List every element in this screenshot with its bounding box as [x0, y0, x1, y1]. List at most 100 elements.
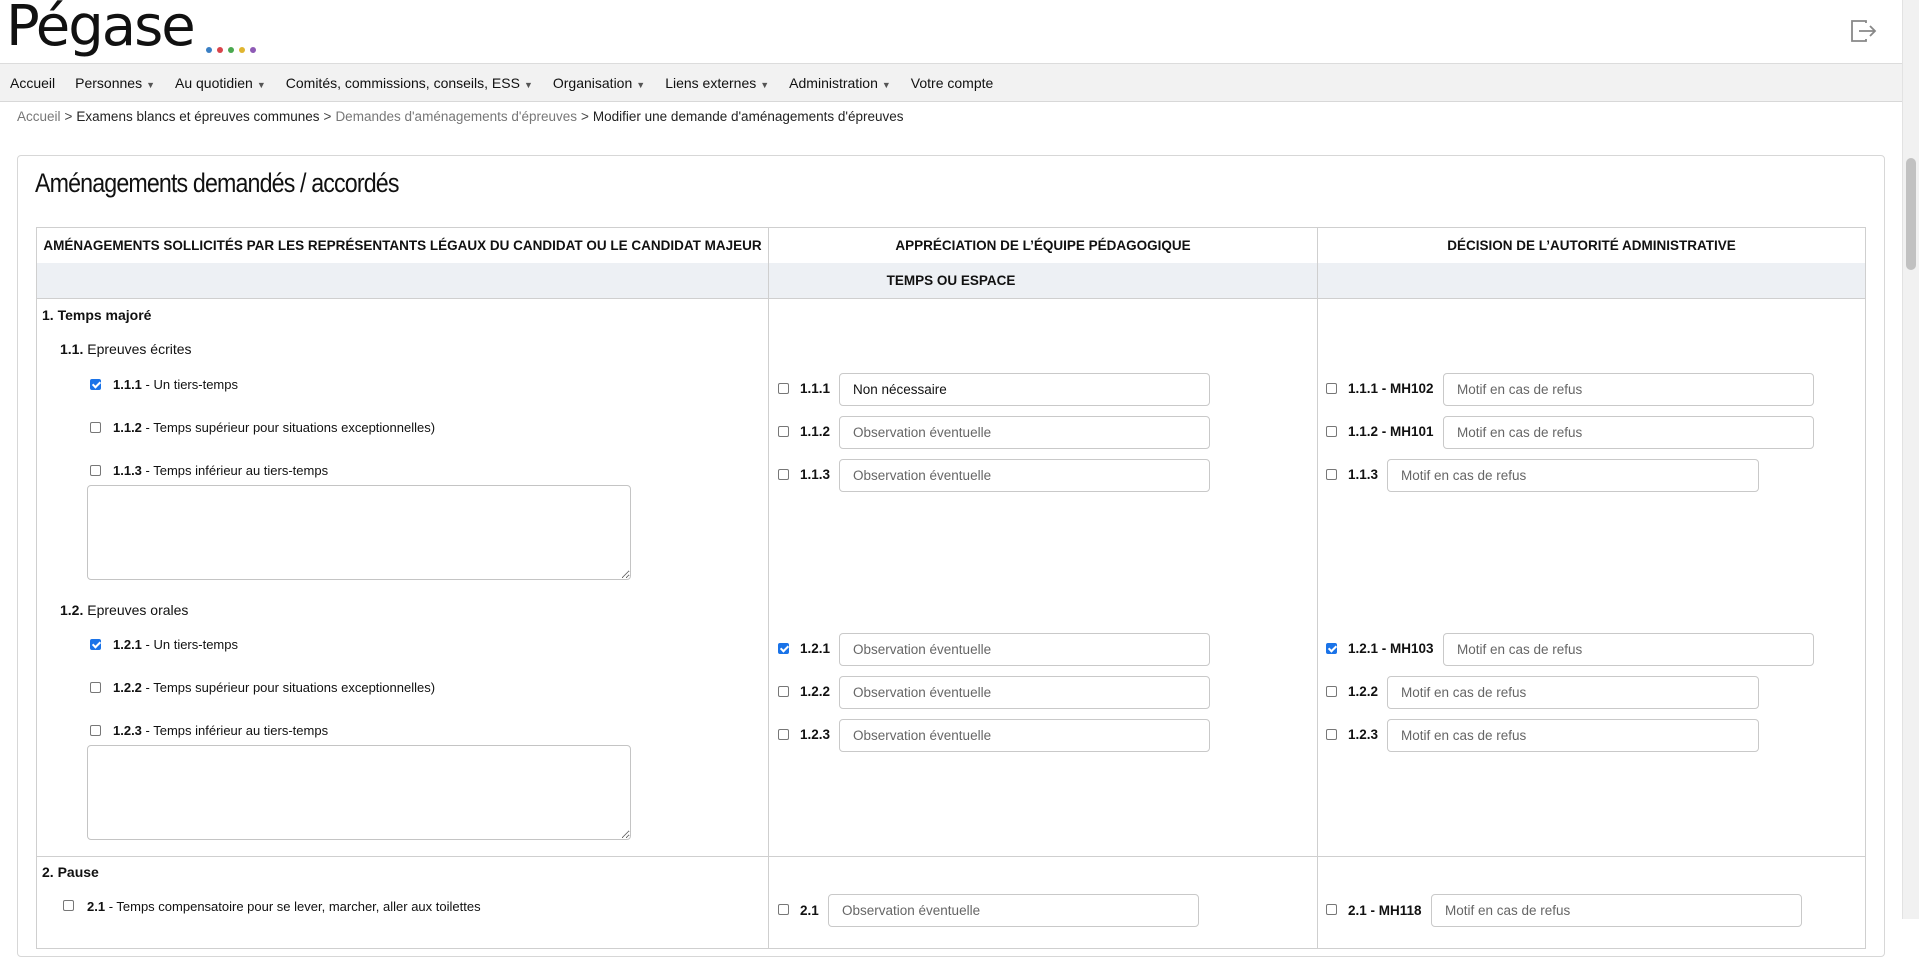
- eq-checkbox-1-1-2[interactable]: [778, 426, 789, 437]
- eq-observation-1-2-1[interactable]: [839, 633, 1210, 666]
- logo-dot: [217, 47, 223, 53]
- nav-label: Au quotidien: [175, 74, 253, 91]
- nav-personnes[interactable]: Personnes ▼: [65, 75, 165, 91]
- caret-down-icon: ▼: [636, 79, 646, 90]
- option-text: - Un tiers-temps: [141, 377, 238, 392]
- checkbox-1-1-2[interactable]: [90, 422, 101, 433]
- logo-dot: [250, 47, 256, 53]
- page-scrollbar[interactable]: [1902, 0, 1919, 919]
- checkbox-1-1-3[interactable]: [90, 465, 101, 476]
- subgroup-epreuves-ecrites: 1.1. Epreuves écrites: [60, 341, 192, 357]
- breadcrumb: Accueil > Examens blancs et épreuves commu…: [17, 109, 904, 124]
- caret-down-icon: ▼: [760, 79, 770, 90]
- dec-checkbox-1-2-2[interactable]: [1326, 686, 1337, 697]
- comment-textarea-1-1[interactable]: [87, 485, 631, 580]
- dec-checkbox-1-1-1[interactable]: [1326, 383, 1337, 394]
- dec-checkbox-1-2-1[interactable]: [1326, 643, 1337, 654]
- dec-checkbox-1-1-3[interactable]: [1326, 469, 1337, 480]
- nav-organisation[interactable]: Organisation ▼: [543, 75, 655, 91]
- scrollbar-thumb[interactable]: [1906, 158, 1916, 270]
- caret-down-icon: ▼: [523, 79, 533, 90]
- eq-observation-2-1[interactable]: [828, 894, 1199, 927]
- comment-textarea-1-2[interactable]: [87, 745, 631, 840]
- checkbox-1-2-1[interactable]: [90, 639, 101, 650]
- breadcrumb-level2[interactable]: Demandes d'aménagements d'épreuves: [335, 109, 577, 124]
- nav-au-quotidien[interactable]: Au quotidien ▼: [165, 75, 276, 91]
- dec-code-1-2-1: 1.2.1 - MH103: [1348, 641, 1434, 656]
- option-text: - Temps inférieur au tiers-temps: [141, 463, 329, 478]
- dec-motif-1-1-1[interactable]: [1443, 373, 1814, 406]
- dec-checkbox-1-1-2[interactable]: [1326, 426, 1337, 437]
- eq-checkbox-1-1-1[interactable]: [778, 383, 789, 394]
- option-1-1-2: 1.1.2 - Temps supérieur pour situations …: [113, 420, 435, 435]
- breadcrumb-sep: >: [323, 109, 332, 124]
- nav-liens-externes[interactable]: Liens externes ▼: [655, 75, 779, 91]
- header-sollicites: AMÉNAGEMENTS SOLLICITÉS PAR LES REPRÉSEN…: [43, 238, 762, 253]
- column-divider: [1317, 228, 1318, 948]
- group-title-pause: 2. Pause: [42, 864, 99, 880]
- option-text: - Temps supérieur pour situations except…: [141, 420, 436, 435]
- row-divider: [37, 856, 1865, 857]
- main-nav: Accueil Personnes ▼ Au quotidien ▼ Comités…: [0, 64, 1903, 102]
- nav-label: Liens externes: [665, 74, 757, 91]
- eq-code-1-2-1: 1.2.1: [800, 641, 831, 656]
- amenagements-table: AMÉNAGEMENTS SOLLICITÉS PAR LES REPRÉSEN…: [36, 227, 1866, 949]
- dec-motif-1-1-2[interactable]: [1443, 416, 1814, 449]
- breadcrumb-level1: Examens blancs et épreuves communes: [76, 109, 320, 124]
- checkbox-1-2-3[interactable]: [90, 725, 101, 736]
- logout-icon[interactable]: [1849, 18, 1877, 44]
- checkbox-2-1[interactable]: [63, 900, 74, 911]
- subgroup-num: 1.2.: [60, 602, 84, 618]
- subgroup-label: Epreuves écrites: [87, 341, 192, 357]
- section-temps-espace: TEMPS OU ESPACE: [37, 263, 1865, 299]
- eq-observation-1-1-2[interactable]: [839, 416, 1210, 449]
- eq-observation-1-1-3[interactable]: [839, 459, 1210, 492]
- eq-checkbox-1-2-3[interactable]: [778, 729, 789, 740]
- nav-accueil[interactable]: Accueil: [0, 75, 65, 91]
- eq-code-1-1-2: 1.1.2: [800, 424, 831, 439]
- dec-motif-1-2-2[interactable]: [1387, 676, 1759, 709]
- app-header: Pégase: [0, 0, 1903, 64]
- option-1-1-3: 1.1.3 - Temps inférieur au tiers-temps: [113, 463, 328, 478]
- eq-code-1-2-3: 1.2.3: [800, 727, 831, 742]
- eq-checkbox-1-2-1[interactable]: [778, 643, 789, 654]
- nav-label: Accueil: [10, 74, 56, 91]
- eq-observation-1-1-1[interactable]: [839, 373, 1210, 406]
- column-divider: [768, 228, 769, 948]
- breadcrumb-sep: >: [64, 109, 73, 124]
- eq-observation-1-2-3[interactable]: [839, 719, 1210, 752]
- eq-checkbox-1-2-2[interactable]: [778, 686, 789, 697]
- nav-label: Administration: [789, 74, 878, 91]
- checkbox-1-2-2[interactable]: [90, 682, 101, 693]
- logo-dot: [239, 47, 245, 53]
- dec-code-1-1-3: 1.1.3: [1348, 467, 1379, 482]
- dec-checkbox-1-2-3[interactable]: [1326, 729, 1337, 740]
- nav-comites[interactable]: Comités, commissions, conseils, ESS ▼: [276, 75, 543, 91]
- eq-checkbox-2-1[interactable]: [778, 904, 789, 915]
- eq-code-1-2-2: 1.2.2: [800, 684, 831, 699]
- option-text: - Temps inférieur au tiers-temps: [141, 723, 329, 738]
- breadcrumb-current: Modifier une demande d'aménagements d'ép…: [592, 109, 904, 124]
- subgroup-num: 1.1.: [60, 341, 84, 357]
- header-decision: DÉCISION DE L’AUTORITÉ ADMINISTRATIVE: [1447, 238, 1736, 253]
- option-code: 2.1: [87, 899, 106, 914]
- checkbox-1-1-1[interactable]: [90, 379, 101, 390]
- nav-label: Personnes: [75, 74, 143, 91]
- dec-code-1-1-1: 1.1.1 - MH102: [1348, 381, 1434, 396]
- dec-checkbox-2-1[interactable]: [1326, 904, 1337, 915]
- logo-dot: [206, 47, 212, 53]
- nav-administration[interactable]: Administration ▼: [779, 75, 901, 91]
- option-1-1-1: 1.1.1 - Un tiers-temps: [113, 377, 238, 392]
- breadcrumb-home[interactable]: Accueil: [17, 109, 61, 124]
- dec-motif-2-1[interactable]: [1431, 894, 1802, 927]
- eq-checkbox-1-1-3[interactable]: [778, 469, 789, 480]
- nav-votre-compte[interactable]: Votre compte: [901, 75, 1004, 91]
- dec-motif-1-2-1[interactable]: [1443, 633, 1814, 666]
- dec-motif-1-2-3[interactable]: [1387, 719, 1759, 752]
- dec-motif-1-1-3[interactable]: [1387, 459, 1759, 492]
- app-logo[interactable]: Pégase: [6, 0, 196, 59]
- eq-observation-1-2-2[interactable]: [839, 676, 1210, 709]
- nav-label: Votre compte: [910, 74, 994, 91]
- group-title-temps-majore: 1. Temps majoré: [42, 307, 152, 323]
- option-code: 1.2.3: [113, 723, 142, 738]
